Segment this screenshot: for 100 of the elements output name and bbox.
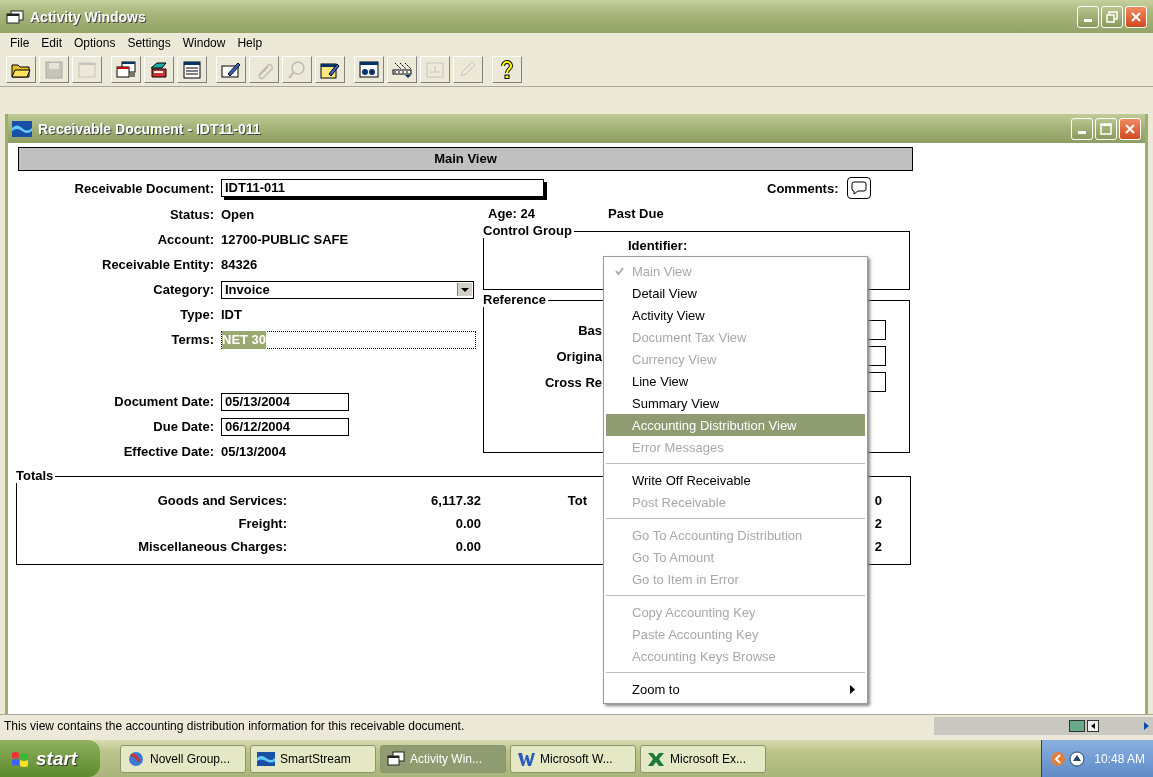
comments-button[interactable] (846, 177, 871, 199)
flag-logo-icon (10, 749, 30, 768)
due-status: Past Due (608, 205, 664, 221)
toolbar-button[interactable] (111, 56, 141, 83)
menu-item[interactable]: Edit (35, 36, 69, 50)
stacked-windows-icon (6, 9, 24, 24)
total-value: 2 (874, 539, 882, 554)
total-value: 2 (874, 516, 882, 531)
field-value: 05/13/2004 (221, 444, 287, 459)
menu-item[interactable]: Activity View (606, 304, 865, 326)
field-label: Status: (168, 207, 215, 222)
view-header: Main View (18, 147, 913, 171)
toolbar-button[interactable] (216, 56, 246, 83)
menu-item[interactable]: Window (176, 36, 232, 50)
close-icon (1124, 122, 1136, 135)
field-label: Account: (156, 232, 215, 247)
toolbar-button[interactable] (387, 56, 417, 83)
field-label: Category: (152, 282, 215, 297)
field-value: Open (221, 207, 255, 222)
total-label: Goods and Services: (156, 493, 287, 508)
group-title: Control Group (483, 224, 573, 238)
right-arrow-icon (1141, 720, 1151, 732)
clock: 10:48 AM (1094, 751, 1145, 766)
total-value: 0.00 (454, 539, 481, 554)
date-input[interactable]: 06/12/2004 (221, 417, 349, 436)
field-label: Comments: (767, 180, 839, 196)
submenu-arrow-icon (850, 684, 855, 694)
group-title: Reference (483, 293, 547, 307)
close-icon (1130, 10, 1142, 23)
stacked-windows-icon (115, 59, 137, 80)
window-title: Activity Windows (30, 8, 146, 25)
taskbar-button[interactable]: Microsoft Ex... (640, 744, 766, 773)
field-label: Terms: (170, 332, 215, 347)
field-value: 12700-PUBLIC SAFE (221, 232, 349, 247)
close-button[interactable] (1125, 5, 1147, 28)
menu-item[interactable]: Detail View (606, 282, 865, 304)
toolbar-button[interactable] (177, 56, 207, 83)
word-logo-icon (517, 750, 535, 767)
menu-item[interactable]: File (4, 36, 36, 50)
field-label: Type: (179, 307, 215, 322)
waves-icon (257, 750, 275, 767)
stacked-windows-icon (387, 750, 405, 767)
category-dropdown[interactable]: Invoice (221, 280, 474, 299)
field-value: 84326 (221, 257, 258, 272)
field-label: Effective Date: (122, 444, 215, 459)
restore-icon (1106, 10, 1118, 23)
taskbar-button[interactable]: Novell Group... (120, 744, 246, 773)
age-label: Age: 24 (488, 205, 536, 221)
excel-logo-icon (647, 750, 665, 767)
close-button[interactable] (1119, 117, 1141, 140)
group-title: Totals (16, 469, 55, 483)
form-icon (424, 59, 446, 80)
field-label: Origina (555, 348, 602, 364)
date-input[interactable]: 05/13/2004 (221, 392, 349, 411)
total-label: Tot (567, 493, 587, 508)
menu-item[interactable]: Options (68, 36, 122, 50)
total-label: Miscellaneous Charges: (137, 539, 287, 554)
blank-window-icon (76, 59, 98, 80)
maximize-icon (1100, 122, 1112, 135)
field-label: Identifier: (628, 238, 688, 253)
menu-item[interactable]: Zoom to (606, 678, 865, 700)
globe-icon (127, 750, 145, 767)
toolbar-button[interactable] (354, 56, 384, 83)
status-text: This view contains the accounting distribution information for this receivable document. (3, 719, 466, 733)
minimize-button[interactable] (1077, 5, 1099, 28)
document-title: Receivable Document - IDT11-011 (38, 120, 261, 137)
checkmark-icon (614, 267, 624, 275)
list-icon (181, 59, 203, 80)
toolbar-button[interactable] (6, 56, 36, 83)
menu-item[interactable]: Line View (606, 370, 865, 392)
menu-item[interactable]: Write Off Receivable (606, 469, 865, 491)
field-label: Bas (577, 322, 602, 338)
toolbar-button[interactable] (492, 56, 522, 83)
taskbar-button[interactable]: SmartStream (250, 744, 376, 773)
caret-icon (457, 283, 472, 296)
minimize-icon (1084, 19, 1092, 22)
menu-item[interactable]: Help (231, 36, 269, 50)
total-value: 0 (874, 493, 882, 508)
menu-item[interactable]: Settings (121, 36, 177, 50)
minimize-icon (1078, 131, 1086, 134)
total-value: 6,117.32 (430, 493, 481, 508)
restore-button[interactable] (1101, 5, 1123, 28)
field-value: IDT (221, 307, 242, 322)
monitor-icon (1069, 720, 1085, 732)
waves-icon (12, 120, 32, 137)
field-label: Receivable Document: (73, 180, 215, 196)
taskbar-button[interactable]: Microsoft W... (510, 744, 636, 773)
field-label: Due Date: (152, 419, 215, 434)
field-label: Document Date: (113, 394, 215, 409)
toolbar-button[interactable] (315, 56, 345, 83)
minimize-button[interactable] (1071, 117, 1093, 140)
maximize-button[interactable] (1095, 117, 1117, 140)
field-label: Receivable Entity: (101, 257, 215, 272)
document-input[interactable]: IDT11-011 (221, 179, 544, 197)
field-label: Cross Re (543, 374, 602, 390)
total-label: Freight: (237, 516, 287, 531)
menu-item[interactable]: Summary View (606, 392, 865, 414)
search-icon (286, 59, 308, 80)
toolbar-button[interactable] (144, 56, 174, 83)
total-value: 0.00 (454, 516, 481, 531)
